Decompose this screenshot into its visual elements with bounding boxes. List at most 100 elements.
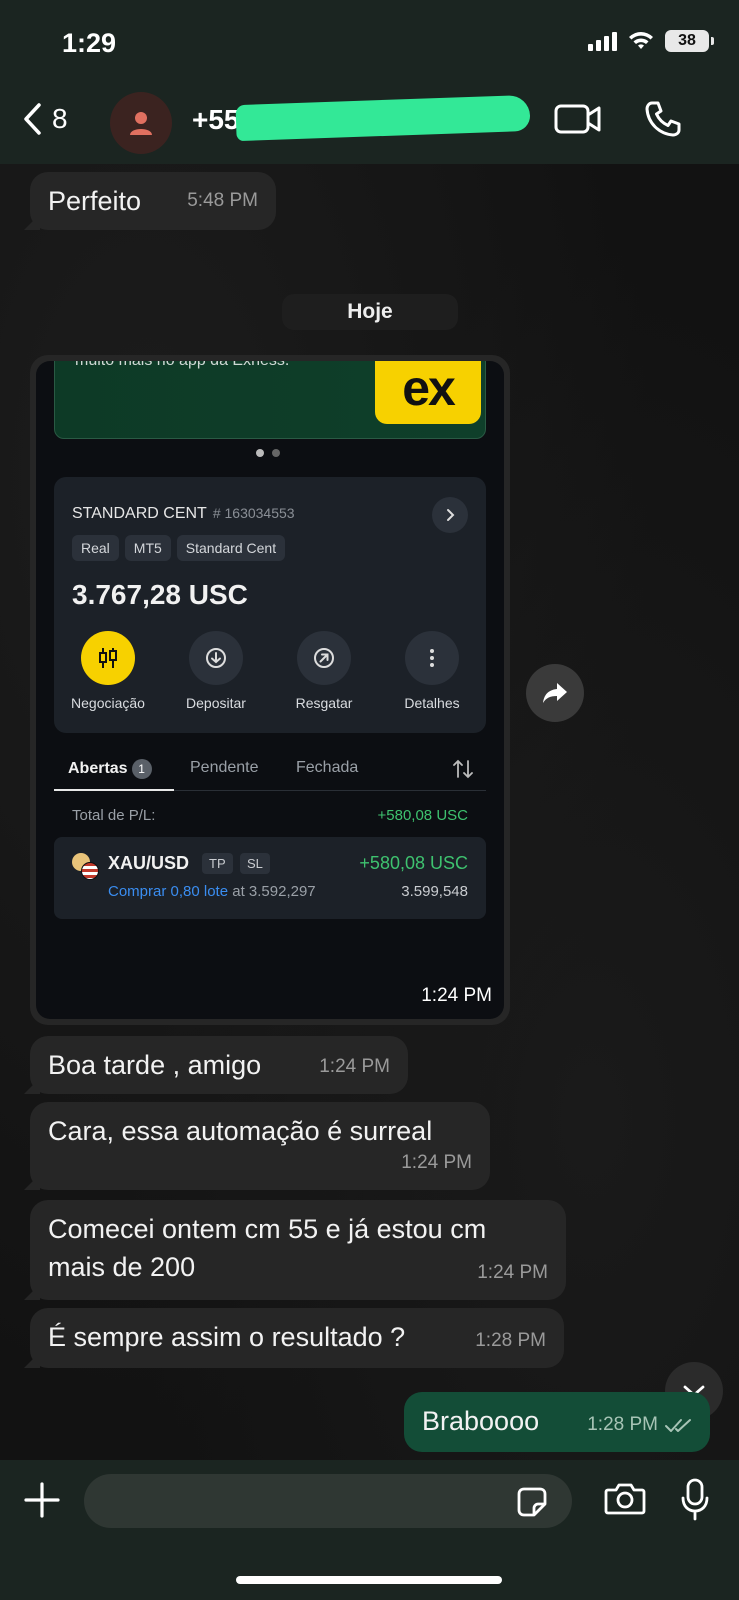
- position-detail: Comprar 0,80 lote at 3.592,297: [108, 883, 316, 900]
- account-tags: Real MT5 Standard Cent: [72, 535, 286, 561]
- total-pl-label: Total de P/L:: [72, 807, 156, 824]
- message-bubble-incoming[interactable]: É sempre assim o resultado ? 1:28 PM: [30, 1308, 564, 1368]
- account-chevron: [432, 497, 468, 533]
- action-details: Detalhes: [382, 631, 482, 711]
- action-deposit: Depositar: [166, 631, 266, 711]
- banner-text: muito mais no app da Exness.: [75, 361, 289, 370]
- image-message[interactable]: muito mais no app da Exness. ex STANDARD…: [30, 355, 510, 1025]
- position-pl: +580,08 USC: [359, 853, 468, 873]
- person-icon: [130, 112, 152, 135]
- tab-underline: [54, 789, 174, 791]
- microphone-icon: [681, 1478, 709, 1521]
- message-time: 1:24 PM: [421, 985, 492, 1006]
- account-balance: 3.767,28 USC: [72, 579, 248, 610]
- promo-banner: muito mais no app da Exness. ex: [54, 361, 486, 439]
- withdraw-icon: [297, 631, 351, 685]
- more-vertical-icon: [405, 631, 459, 685]
- account-name: STANDARD CENT: [72, 505, 207, 522]
- message-bubble-incoming[interactable]: Comecei ontem cm 55 e já estou cm mais d…: [30, 1200, 566, 1300]
- position-symbol: XAU/USD: [108, 853, 190, 873]
- avatar[interactable]: [110, 92, 172, 154]
- total-pl-value: +580,08 USC: [377, 807, 468, 824]
- position-current-price: 3.599,548: [401, 883, 468, 900]
- sticker-icon: [517, 1487, 547, 1517]
- action-label: Detalhes: [404, 695, 460, 711]
- voice-call-button[interactable]: [644, 100, 682, 143]
- camera-icon: [604, 1483, 646, 1515]
- chevron-left-icon: [24, 103, 41, 135]
- message-text: Cara, essa automação é surreal: [48, 1116, 433, 1146]
- deposit-icon: [189, 631, 243, 685]
- message-bubble-outgoing[interactable]: Braboooo 1:28 PM: [404, 1392, 710, 1452]
- account-tag: Standard Cent: [176, 535, 286, 561]
- forward-icon: [543, 683, 567, 703]
- action-trade: Negociação: [58, 631, 158, 711]
- sort-icon: [453, 759, 473, 779]
- camera-button[interactable]: [604, 1482, 646, 1521]
- video-camera-icon: [554, 104, 601, 134]
- action-withdraw: Resgatar: [274, 631, 374, 711]
- message-text: É sempre assim o resultado ?: [48, 1322, 406, 1352]
- tab-open: Abertas 1: [68, 759, 152, 779]
- account-actions: Negociação Depositar Resgatar Detalhes: [54, 631, 486, 711]
- message-time: 1:24 PM: [477, 1262, 548, 1283]
- phone-icon: [645, 101, 681, 137]
- candlestick-icon: [81, 631, 135, 685]
- message-time: 5:48 PM: [187, 190, 258, 211]
- back-button[interactable]: 8: [22, 102, 68, 136]
- exness-logo: ex: [375, 361, 481, 424]
- tp-badge: TP: [202, 853, 233, 874]
- message-time: 1:28 PM: [475, 1330, 546, 1351]
- position-open-price: at 3.592,297: [232, 883, 316, 900]
- message-text: Perfeito: [48, 186, 142, 216]
- tab-badge: 1: [131, 759, 152, 779]
- attach-button[interactable]: [22, 1480, 62, 1525]
- status-time: 1:29: [62, 28, 117, 58]
- voice-note-button[interactable]: [680, 1478, 710, 1527]
- composer-bar: [0, 1460, 739, 1600]
- double-check-icon: [665, 1419, 691, 1432]
- chat-header: 8 +55 31 99: [0, 80, 739, 164]
- tab-closed: Fechada: [296, 759, 359, 776]
- signal-icon: [588, 31, 617, 51]
- message-bubble-incoming[interactable]: Boa tarde , amigo 1:24 PM: [30, 1036, 408, 1094]
- message-meta: 1:28 PM: [587, 1406, 694, 1444]
- message-time: 1:24 PM: [319, 1056, 390, 1077]
- position-tabs: Abertas 1 Pendente Fechada: [54, 751, 486, 791]
- message-time: 1:28 PM: [587, 1414, 658, 1435]
- plus-icon: [24, 1482, 60, 1518]
- message-text: Comecei ontem cm 55 e já estou cm mais d…: [48, 1214, 487, 1282]
- account-card: STANDARD CENT # 163034553 Real MT5 Standa…: [54, 477, 486, 733]
- account-title: STANDARD CENT # 163034553: [72, 505, 295, 523]
- account-tag: MT5: [124, 535, 171, 561]
- position-row: XAU/USD TP SL +580,08 USC Comprar 0,80 l…: [54, 837, 486, 919]
- forward-button[interactable]: [526, 664, 584, 722]
- message-bubble-incoming[interactable]: Cara, essa automação é surreal 1:24 PM: [30, 1102, 490, 1190]
- action-label: Resgatar: [295, 695, 353, 711]
- message-bubble-incoming[interactable]: Perfeito 5:48 PM: [30, 172, 276, 230]
- sl-badge: SL: [240, 853, 270, 874]
- tab-label: Abertas: [68, 760, 128, 777]
- sticker-button[interactable]: [516, 1486, 548, 1523]
- message-text: Boa tarde , amigo: [48, 1050, 262, 1080]
- account-number: # 163034553: [212, 505, 295, 521]
- day-separator: Hoje: [282, 294, 458, 330]
- redaction-mark: [235, 94, 531, 142]
- unread-count: 8: [52, 103, 68, 134]
- xau-usd-flag-icon: [72, 853, 100, 881]
- battery-icon: 38: [665, 30, 714, 52]
- account-tag: Real: [72, 535, 119, 561]
- status-icons: 38: [588, 30, 714, 52]
- chevron-right-icon: [447, 509, 455, 521]
- status-bar: 1:29 38: [0, 0, 739, 80]
- message-time: 1:24 PM: [401, 1152, 472, 1173]
- home-indicator: [236, 1576, 502, 1584]
- shared-screenshot[interactable]: muito mais no app da Exness. ex STANDARD…: [36, 361, 504, 1019]
- message-text: Braboooo: [422, 1406, 540, 1436]
- video-call-button[interactable]: [554, 102, 602, 141]
- wifi-icon: [629, 32, 653, 49]
- tab-pending: Pendente: [190, 759, 259, 776]
- action-label: Negociação: [71, 695, 145, 711]
- position-buy: Comprar 0,80 lote: [108, 883, 229, 900]
- message-input[interactable]: [84, 1474, 572, 1528]
